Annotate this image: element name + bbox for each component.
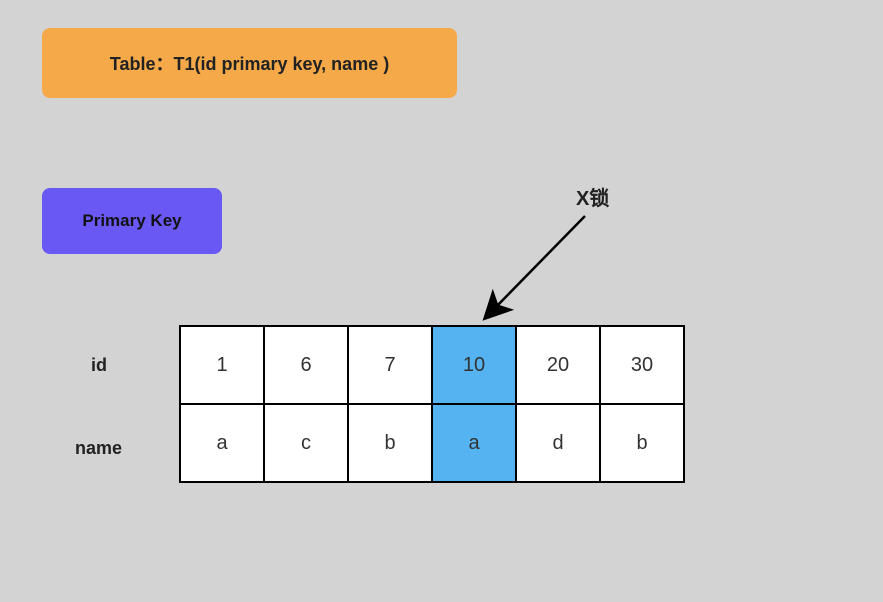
- data-table: 1 6 7 10 20 30 a c b a d b: [179, 325, 685, 483]
- table-row: 1 6 7 10 20 30: [180, 326, 684, 404]
- arrow-icon: [475, 210, 625, 330]
- primary-key-label: Primary Key: [82, 211, 181, 231]
- x-lock-label: X锁: [576, 182, 609, 211]
- primary-key-box: Primary Key: [42, 188, 222, 254]
- table-cell: 20: [516, 326, 600, 404]
- table-cell: d: [516, 404, 600, 482]
- table-cell: 1: [180, 326, 264, 404]
- table-title-banner: Table：T1(id primary key, name ): [42, 28, 457, 98]
- table-title-text: Table：T1(id primary key, name ): [110, 50, 389, 76]
- table-cell: b: [348, 404, 432, 482]
- table-cell-highlighted: a: [432, 404, 516, 482]
- table-cell: 7: [348, 326, 432, 404]
- table-cell: b: [600, 404, 684, 482]
- table-cell: 30: [600, 326, 684, 404]
- table-cell-highlighted: 10: [432, 326, 516, 404]
- row-label-id: id: [91, 355, 107, 376]
- table-row: a c b a d b: [180, 404, 684, 482]
- table-cell: c: [264, 404, 348, 482]
- table-cell: a: [180, 404, 264, 482]
- row-label-name: name: [75, 438, 122, 459]
- table-cell: 6: [264, 326, 348, 404]
